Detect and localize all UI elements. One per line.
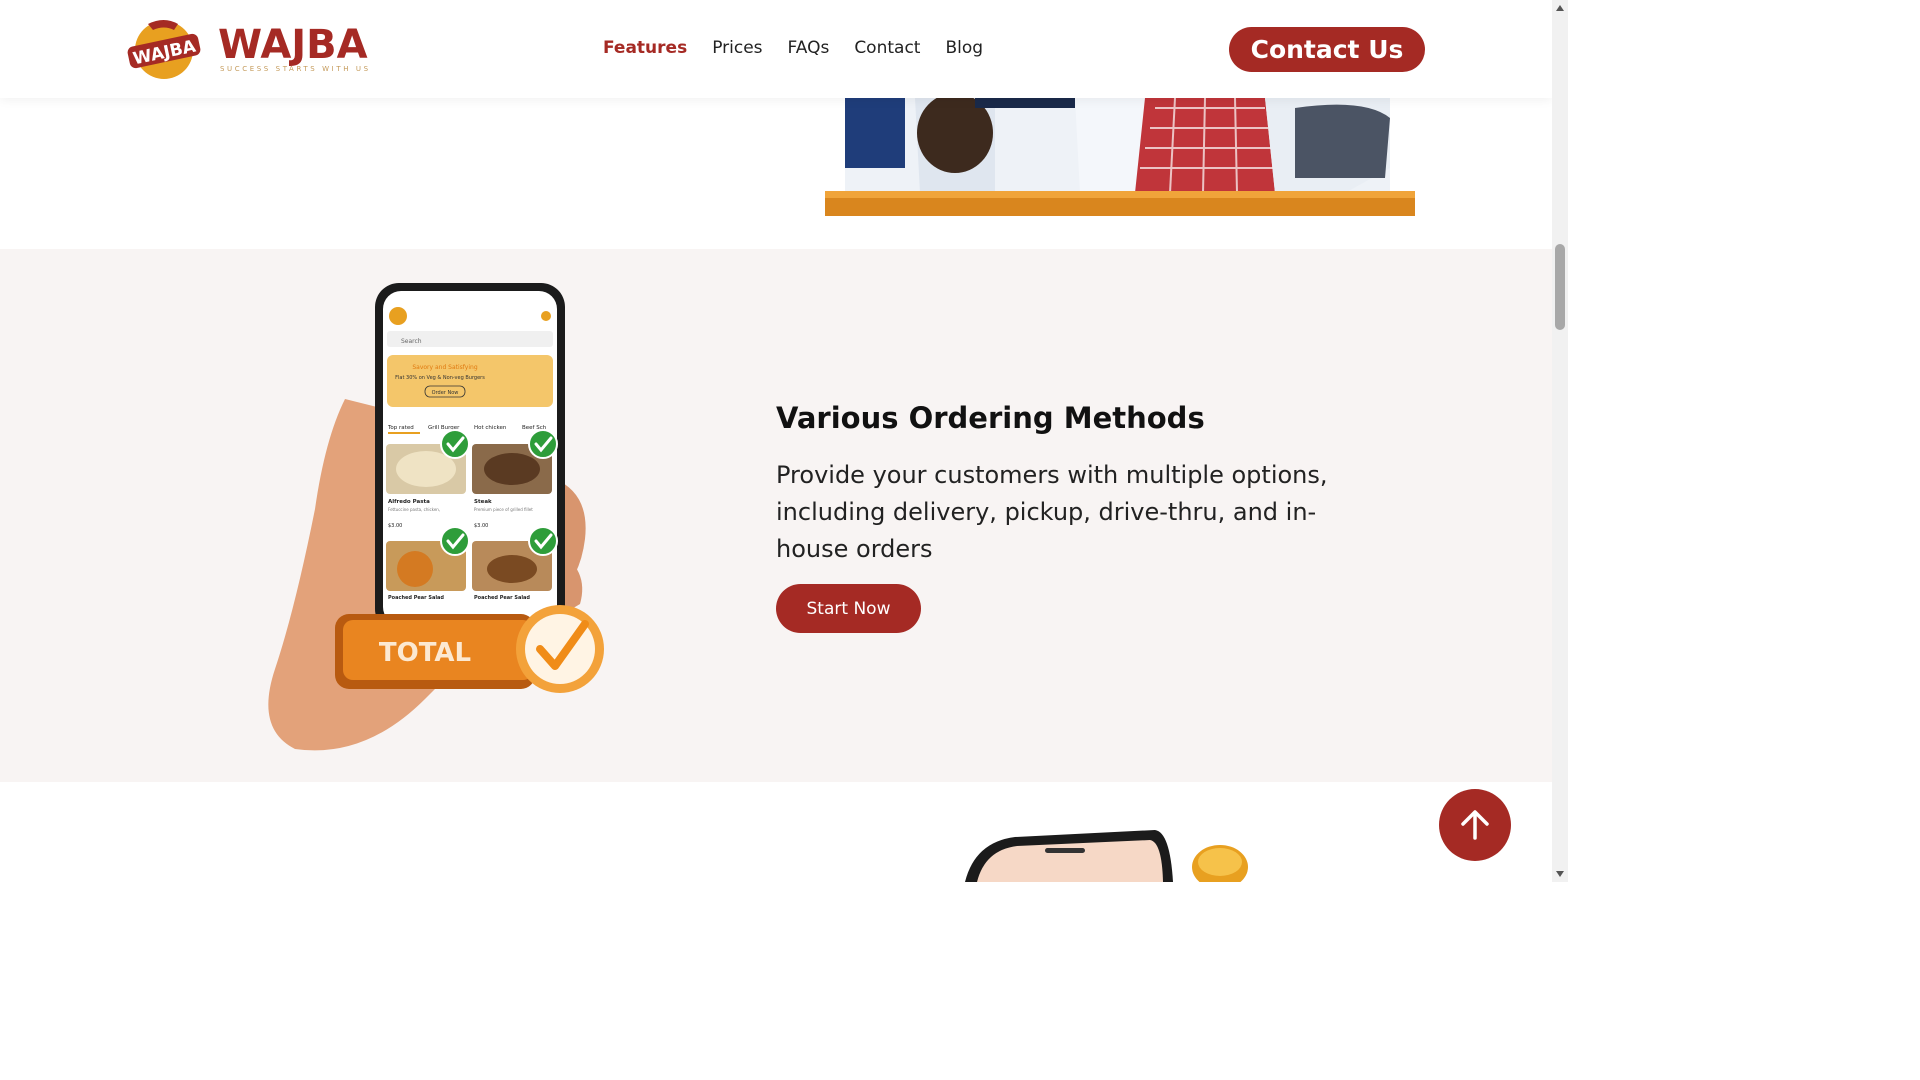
nav-features[interactable]: Features	[603, 38, 687, 58]
svg-text:Flat 30% on Veg & Non-veg Burg: Flat 30% on Veg & Non-veg Burgers	[395, 375, 485, 381]
svg-text:Hot chicken: Hot chicken	[474, 425, 507, 431]
svg-text:Poached Pear Salad: Poached Pear Salad	[474, 595, 530, 601]
svg-text:$3.00: $3.00	[474, 523, 488, 529]
logo-tagline: SUCCESS STARTS WITH US	[220, 65, 371, 73]
scrollbar-up-button[interactable]	[1552, 0, 1568, 16]
scrollbar-thumb[interactable]	[1555, 244, 1565, 330]
page-scrollbar[interactable]	[1552, 0, 1568, 882]
contact-us-button[interactable]: Contact Us	[1229, 27, 1425, 72]
feature-title: Various Ordering Methods	[776, 401, 1205, 435]
svg-text:Order Now: Order Now	[432, 390, 459, 396]
feature-section: Search Savory and Satisfying Flat 30% on…	[0, 249, 1552, 782]
triangle-up-icon	[1556, 5, 1564, 11]
previous-feature-section	[0, 98, 1552, 249]
svg-text:Fettuccine pasta, chicken,: Fettuccine pasta, chicken,	[388, 507, 440, 512]
feature-description: Provide your customers with multiple opt…	[776, 461, 1328, 563]
svg-text:Savory and Satisfying: Savory and Satisfying	[412, 364, 477, 371]
triangle-down-icon	[1556, 871, 1564, 877]
logo-wordmark: WAJBA	[218, 22, 368, 68]
main-nav: Features Prices FAQs Contact Blog	[603, 38, 1008, 58]
svg-text:TOTAL: TOTAL	[379, 638, 471, 668]
svg-text:Search: Search	[401, 338, 422, 345]
scroll-to-top-button[interactable]	[1439, 789, 1511, 861]
nav-prices[interactable]: Prices	[712, 38, 762, 58]
svg-text:Premium piece of grilled fille: Premium piece of grilled fillet	[474, 507, 533, 512]
cashier-counter-image	[825, 98, 1415, 216]
svg-text:Steak: Steak	[474, 499, 492, 505]
svg-text:Alfredo Pasta: Alfredo Pasta	[388, 499, 430, 505]
start-now-button[interactable]: Start Now	[776, 584, 921, 633]
logo[interactable]: WAJBA WAJBA SUCCESS STARTS WITH US	[126, 14, 368, 84]
next-feature-section	[0, 782, 1552, 882]
svg-text:Poached Pear Salad: Poached Pear Salad	[388, 595, 444, 601]
next-feature-phone-image	[965, 830, 1248, 882]
arrow-up-icon	[1461, 810, 1489, 840]
svg-text:$3.00: $3.00	[388, 523, 402, 529]
page: WAJBA WAJBA SUCCESS STARTS WITH US Featu…	[0, 0, 1552, 882]
site-header: WAJBA WAJBA SUCCESS STARTS WITH US Featu…	[0, 0, 1552, 98]
logo-badge-icon: WAJBA	[127, 20, 201, 79]
nav-blog[interactable]: Blog	[945, 38, 983, 58]
scrollbar-down-button[interactable]	[1552, 866, 1568, 882]
svg-text:Top rated: Top rated	[387, 425, 414, 431]
nav-faqs[interactable]: FAQs	[788, 38, 830, 58]
phone-order-illustration: Search Savory and Satisfying Flat 30% on…	[268, 283, 604, 751]
nav-contact[interactable]: Contact	[854, 38, 920, 58]
